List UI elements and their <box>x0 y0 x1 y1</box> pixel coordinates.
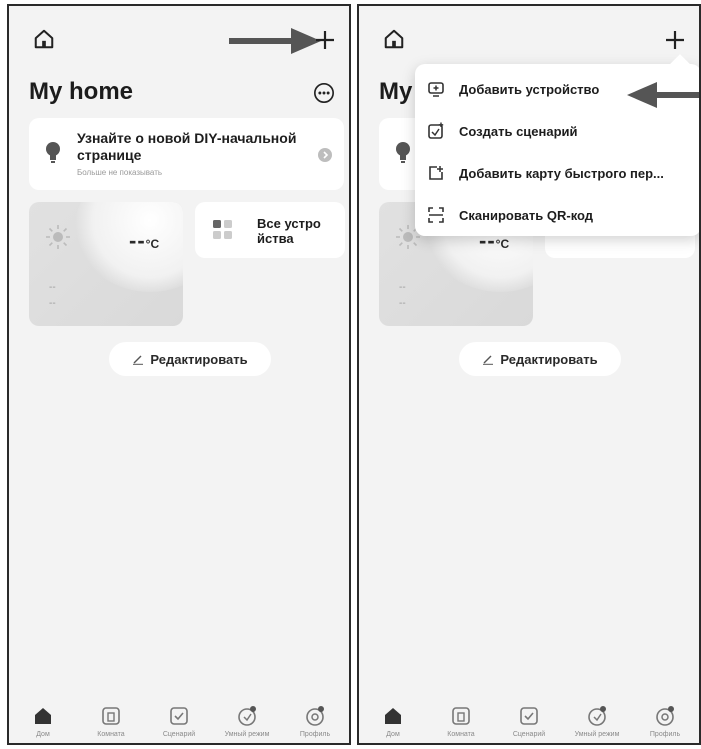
pencil-icon <box>482 353 494 365</box>
home-tab-icon <box>382 705 404 727</box>
tab-smart-mode[interactable]: Умный режим <box>565 699 629 743</box>
smart-mode-tab-icon <box>236 705 258 727</box>
add-plus-icon[interactable] <box>313 28 337 52</box>
tab-smart-mode[interactable]: Умный режим <box>215 699 279 743</box>
menu-item-label: Добавить устройство <box>459 81 600 97</box>
tab-home[interactable]: Дом <box>361 699 425 743</box>
profile-tab-icon <box>304 705 326 727</box>
tab-label: Дом <box>386 731 400 738</box>
tab-room[interactable]: Комната <box>79 699 143 743</box>
weather-line-2: -- <box>49 298 56 309</box>
screen-home-add-menu: My --°C -- -- йства Редактировать Добави… <box>357 4 701 745</box>
edit-button-label: Редактировать <box>500 351 598 367</box>
diy-promo-card[interactable]: Узнайте о новой DIY-начальной странице Б… <box>29 118 344 190</box>
lightbulb-icon <box>395 142 411 164</box>
tab-label: Сценарий <box>512 731 546 738</box>
smart-mode-tab-icon <box>586 705 608 727</box>
weather-line-2: -- <box>399 298 406 309</box>
scan-qr-icon <box>427 206 445 224</box>
tab-room[interactable]: Комната <box>429 699 493 743</box>
edit-button[interactable]: Редактировать <box>459 342 621 376</box>
tab-label: Умный режим <box>224 731 270 738</box>
tab-label: Комната <box>447 731 475 738</box>
tab-label: Профиль <box>649 731 681 738</box>
profile-tab-icon <box>654 705 676 727</box>
add-device-icon <box>427 80 445 98</box>
weather-line-1: -- <box>49 282 56 293</box>
home-icon[interactable] <box>33 28 55 50</box>
all-devices-card[interactable]: Все устро йства <box>195 202 345 258</box>
tab-scene[interactable]: Сценарий <box>497 699 561 743</box>
bottom-tab-bar: Дом Комната Сценарий Умный режим Профиль <box>359 699 699 743</box>
dismiss-link[interactable]: Больше не показывать <box>77 168 162 177</box>
pencil-icon <box>132 353 144 365</box>
tab-profile[interactable]: Профиль <box>633 699 697 743</box>
tab-label: Профиль <box>299 731 331 738</box>
temperature-value: --°C <box>129 228 160 253</box>
bottom-tab-bar: Дом Комната Сценарий Умный режим Профиль <box>9 699 349 743</box>
create-scene-icon <box>427 122 445 140</box>
tab-label: Сценарий <box>162 731 196 738</box>
scene-tab-icon <box>518 705 540 727</box>
room-tab-icon <box>100 705 122 727</box>
add-shortcut-card-icon <box>427 164 445 182</box>
page-title: My <box>379 78 413 105</box>
menu-item-label: Добавить карту быстрого пер... <box>459 165 664 181</box>
menu-item-scan-qr[interactable]: Сканировать QR-код <box>415 194 699 236</box>
home-tab-icon <box>32 705 54 727</box>
add-plus-icon[interactable] <box>663 28 687 52</box>
all-devices-label: Все устро йства <box>257 216 321 246</box>
weather-line-1: -- <box>399 282 406 293</box>
annotation-arrow-left-icon <box>627 80 699 110</box>
edit-button[interactable]: Редактировать <box>109 342 271 376</box>
menu-item-create-scene[interactable]: Создать сценарий <box>415 110 699 152</box>
tab-scene[interactable]: Сценарий <box>147 699 211 743</box>
room-tab-icon <box>450 705 472 727</box>
scene-tab-icon <box>168 705 190 727</box>
edit-button-label: Редактировать <box>150 351 248 367</box>
screen-home: My home Узнайте о новой DIY-начальной ст… <box>7 4 351 745</box>
lightbulb-icon <box>45 142 61 164</box>
tab-profile[interactable]: Профиль <box>283 699 347 743</box>
menu-item-label: Создать сценарий <box>459 123 578 139</box>
more-options-icon[interactable] <box>313 82 335 104</box>
menu-item-label: Сканировать QR-код <box>459 207 594 223</box>
devices-grid-icon <box>213 220 233 240</box>
tab-label: Умный режим <box>574 731 620 738</box>
weather-card[interactable]: --°C -- -- <box>29 202 183 326</box>
annotation-arrow-right-icon <box>229 26 321 56</box>
tab-label: Дом <box>36 731 50 738</box>
tab-home[interactable]: Дом <box>11 699 75 743</box>
diy-card-title: Узнайте о новой DIY-начальной странице <box>77 130 297 163</box>
menu-item-add-shortcut-card[interactable]: Добавить карту быстрого пер... <box>415 152 699 194</box>
sun-icon <box>45 224 71 250</box>
home-icon[interactable] <box>383 28 405 50</box>
tab-label: Комната <box>97 731 125 738</box>
page-title: My home <box>29 78 134 105</box>
chevron-right-icon[interactable] <box>318 148 332 162</box>
